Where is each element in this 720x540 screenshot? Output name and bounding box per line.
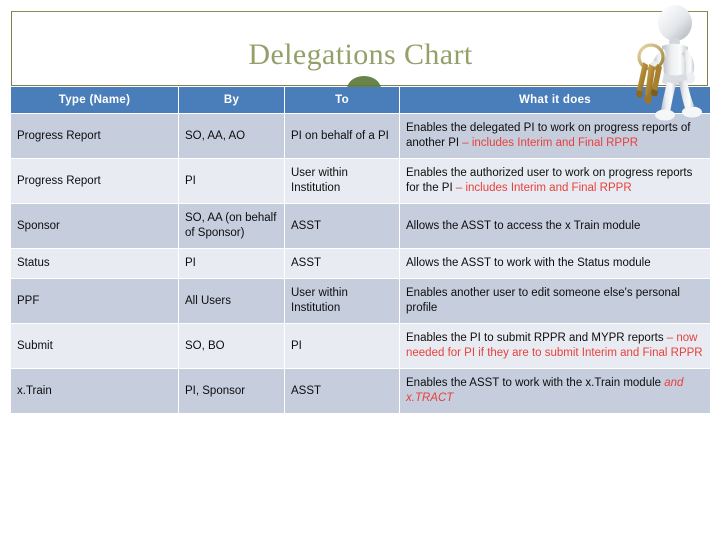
- table-row: Progress Report PI User within Instituti…: [11, 159, 710, 203]
- cell-text-black: Allows the ASST to work with the Status …: [406, 257, 651, 269]
- cell-type: Progress Report: [11, 114, 178, 158]
- table-row: x.Train PI, Sponsor ASST Enables the ASS…: [11, 369, 710, 413]
- cell-to: ASST: [285, 369, 399, 413]
- table-body: Progress Report SO, AA, AO PI on behalf …: [11, 114, 710, 413]
- cell-to: ASST: [285, 204, 399, 248]
- slide-canvas: Delegations Chart Type (Name) By To What…: [0, 0, 720, 540]
- cell-to: PI: [285, 324, 399, 368]
- cell-text-highlight: – includes Interim and Final RPPR: [455, 182, 632, 194]
- table-row: Submit SO, BO PI Enables the PI to submi…: [11, 324, 710, 368]
- column-header-what-it-does[interactable]: What it does: [400, 87, 710, 113]
- cell-text-black: Enables another user to edit someone els…: [406, 287, 680, 314]
- cell-what-it-does: Allows the ASST to work with the Status …: [400, 249, 710, 278]
- cell-to: ASST: [285, 249, 399, 278]
- cell-by: PI: [179, 249, 284, 278]
- cell-what-it-does: Enables the delegated PI to work on prog…: [400, 114, 710, 158]
- cell-by: All Users: [179, 279, 284, 323]
- cell-type: Status: [11, 249, 178, 278]
- cell-by: SO, BO: [179, 324, 284, 368]
- cell-text-black: Enables the PI to submit RPPR and MYPR r…: [406, 332, 667, 344]
- cell-to: User within Institution: [285, 279, 399, 323]
- cell-type: Submit: [11, 324, 178, 368]
- table-row: Progress Report SO, AA, AO PI on behalf …: [11, 114, 710, 158]
- table-row: Sponsor SO, AA (on behalf of Sponsor) AS…: [11, 204, 710, 248]
- page-title: Delegations Chart: [248, 38, 473, 71]
- title-frame: Delegations Chart: [11, 11, 708, 86]
- cell-type: Progress Report: [11, 159, 178, 203]
- table-row: Status PI ASST Allows the ASST to work w…: [11, 249, 710, 278]
- cell-text-black: Enables the ASST to work with the x.Trai…: [406, 377, 665, 389]
- cell-by: SO, AA (on behalf of Sponsor): [179, 204, 284, 248]
- cell-to: User within Institution: [285, 159, 399, 203]
- delegations-table: Type (Name) By To What it does Progress …: [10, 86, 711, 414]
- cell-type: PPF: [11, 279, 178, 323]
- cell-by: SO, AA, AO: [179, 114, 284, 158]
- cell-by: PI: [179, 159, 284, 203]
- cell-to: PI on behalf of a PI: [285, 114, 399, 158]
- column-header-by[interactable]: By: [179, 87, 284, 113]
- column-header-to[interactable]: To: [285, 87, 399, 113]
- cell-type: x.Train: [11, 369, 178, 413]
- cell-what-it-does: Enables the authorized user to work on p…: [400, 159, 710, 203]
- cell-what-it-does: Enables the ASST to work with the x.Trai…: [400, 369, 710, 413]
- cell-what-it-does: Allows the ASST to access the x Train mo…: [400, 204, 710, 248]
- table-row: PPF All Users User within Institution En…: [11, 279, 710, 323]
- cell-text-highlight: – includes Interim and Final RPPR: [462, 137, 639, 149]
- table-header-row: Type (Name) By To What it does: [11, 87, 710, 113]
- cell-what-it-does: Enables another user to edit someone els…: [400, 279, 710, 323]
- cell-by: PI, Sponsor: [179, 369, 284, 413]
- column-header-type[interactable]: Type (Name): [11, 87, 178, 113]
- cell-text-black: Allows the ASST to access the x Train mo…: [406, 219, 641, 232]
- cell-type: Sponsor: [11, 204, 178, 248]
- cell-what-it-does: Enables the PI to submit RPPR and MYPR r…: [400, 324, 710, 368]
